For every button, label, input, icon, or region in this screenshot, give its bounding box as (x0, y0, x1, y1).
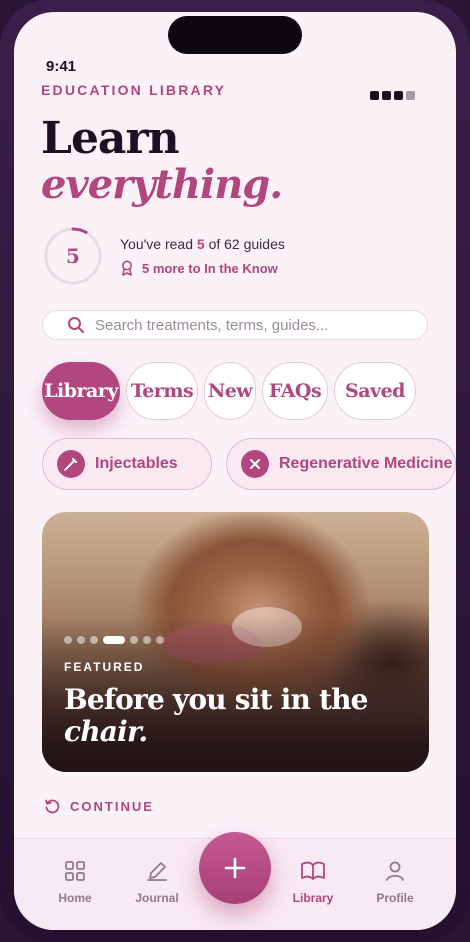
add-button[interactable] (199, 832, 271, 904)
tab-saved[interactable]: Saved (334, 362, 416, 420)
category-chips: Injectables Regenerative Medicine (42, 438, 456, 490)
nav-home[interactable]: Home (40, 859, 110, 905)
user-icon (386, 861, 404, 881)
search-icon (68, 317, 84, 333)
grid-icon (65, 861, 85, 881)
syringe-icon (57, 450, 85, 478)
carousel-dot[interactable] (90, 636, 98, 644)
nav-profile[interactable]: Profile (360, 859, 430, 905)
progress-count: 5 (66, 244, 80, 268)
nav-journal-label: Journal (135, 891, 179, 905)
section-eyebrow: EDUCATION LIBRARY (41, 82, 227, 98)
featured-card[interactable]: FEATURED Before you sit in the chair. (42, 512, 429, 772)
continue-reading-link[interactable]: CONTINUE (44, 798, 154, 814)
tab-terms[interactable]: Terms (126, 362, 198, 420)
chip-injectables[interactable]: Injectables (42, 438, 212, 490)
nav-profile-label: Profile (376, 891, 414, 905)
dynamic-island (168, 16, 302, 54)
open-book-icon (301, 861, 325, 880)
tab-library[interactable]: Library (42, 362, 120, 420)
page-title-accent: everything. (41, 161, 283, 208)
award-ribbon-icon (122, 260, 132, 276)
pencil-icon (147, 862, 167, 881)
carousel-dot[interactable] (103, 636, 125, 644)
milestone-label: 5 more to In the Know (142, 260, 278, 276)
search-input[interactable] (95, 316, 395, 334)
nav-home-label: Home (58, 891, 92, 905)
featured-title: Before you sit in the chair. (64, 684, 424, 748)
reading-progress-ring: 5 (43, 226, 103, 286)
carousel-dots[interactable] (64, 636, 164, 644)
carousel-dot[interactable] (64, 636, 72, 644)
carousel-dot[interactable] (143, 636, 151, 644)
close-x-icon (241, 450, 269, 478)
library-tabs: Library Terms New FAQs Saved (42, 362, 416, 420)
chip-regenerative-medicine[interactable]: Regenerative Medicine (226, 438, 456, 490)
search-bar[interactable] (42, 310, 428, 340)
featured-tag: FEATURED (64, 660, 145, 674)
carousel-dot[interactable] (156, 636, 164, 644)
nav-library-label: Library (292, 891, 334, 905)
milestone-hint: 5 more to In the Know (120, 260, 278, 276)
progress-suffix: of 62 guides (204, 236, 285, 252)
progress-read-count: 5 (196, 236, 205, 252)
continue-label: CONTINUE (70, 798, 154, 814)
history-icon (45, 799, 60, 814)
chip-label: Injectables (95, 455, 178, 472)
status-time: 9:41 (46, 58, 77, 75)
progress-text: You've read 5 of 62 guides (120, 236, 285, 252)
nav-journal[interactable]: Journal (122, 859, 192, 905)
featured-title-regular: Before you sit in the (64, 683, 369, 716)
signal-icon (370, 91, 415, 100)
plus-icon (224, 857, 246, 879)
progress-prefix: You've read (120, 236, 197, 252)
nav-library[interactable]: Library (278, 859, 348, 905)
tab-new[interactable]: New (204, 362, 256, 420)
featured-title-italic: chair. (64, 715, 148, 748)
carousel-dot[interactable] (77, 636, 85, 644)
carousel-dot[interactable] (130, 636, 138, 644)
chip-label: Regenerative Medicine (279, 455, 453, 472)
app-screen: 9:41 EDUCATION LIBRARY Learn everything.… (14, 12, 456, 930)
tab-faqs[interactable]: FAQs (262, 362, 328, 420)
page-title: Learn (41, 113, 180, 164)
